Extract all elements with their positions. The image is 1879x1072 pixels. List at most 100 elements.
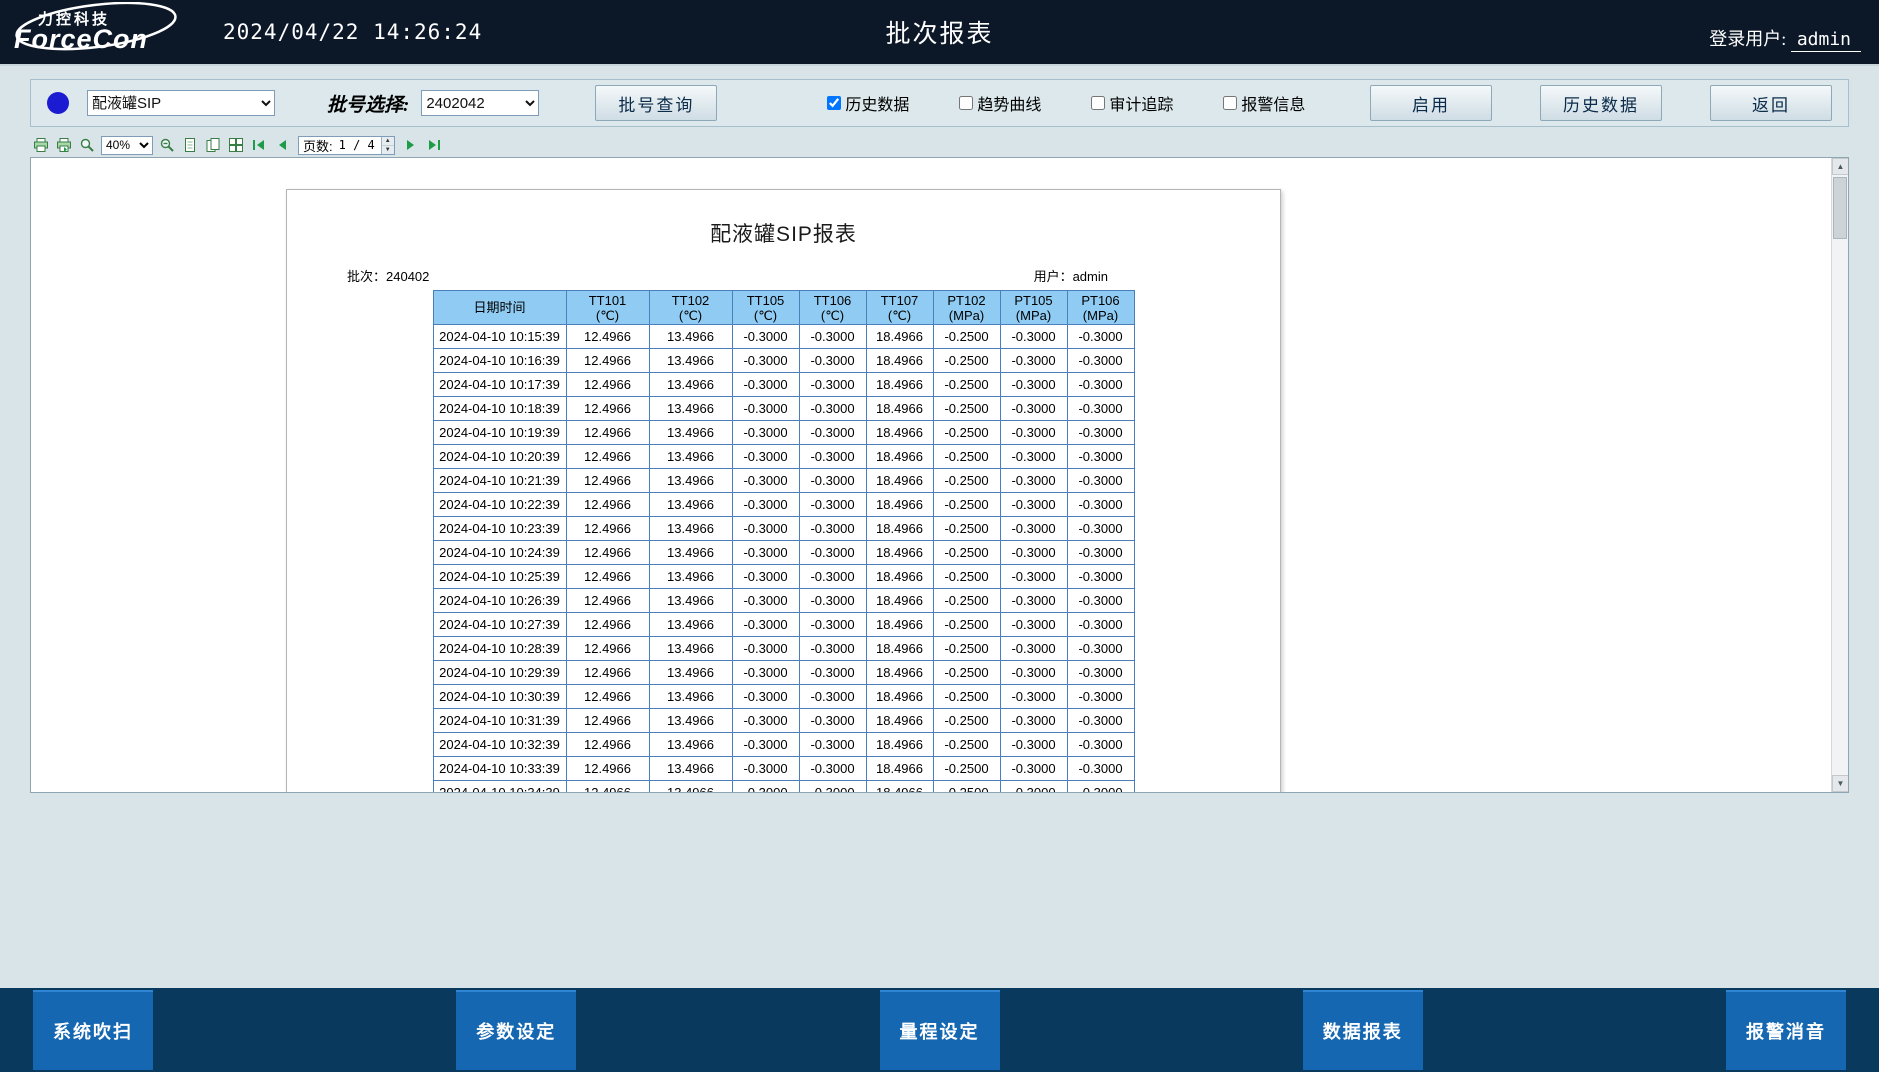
spinner-down-icon[interactable]: ▼: [382, 146, 394, 154]
value-cell: -0.3000: [1000, 541, 1067, 565]
value-cell: 18.4966: [866, 517, 933, 541]
value-cell: 18.4966: [866, 373, 933, 397]
value-cell: -0.2500: [933, 661, 1000, 685]
value-cell: 13.4966: [649, 589, 732, 613]
column-header-7: PT105(MPa): [1000, 291, 1067, 325]
value-cell: 13.4966: [649, 373, 732, 397]
table-row: 2024-04-10 10:27:3912.496613.4966-0.3000…: [433, 613, 1134, 637]
report-meta-row: 批次：240402 用户：admin: [347, 266, 1108, 285]
table-row: 2024-04-10 10:19:3912.496613.4966-0.3000…: [433, 421, 1134, 445]
value-cell: -0.3000: [1067, 421, 1134, 445]
trend-curve-checkbox[interactable]: [959, 96, 973, 110]
value-cell: 12.4966: [566, 709, 649, 733]
value-cell: -0.3000: [1067, 373, 1134, 397]
value-cell: -0.3000: [1000, 637, 1067, 661]
value-cell: -0.2500: [933, 397, 1000, 421]
value-cell: 18.4966: [866, 661, 933, 685]
checkbox-audit-trail[interactable]: 审计追踪: [1091, 91, 1173, 115]
value-cell: 18.4966: [866, 421, 933, 445]
value-cell: -0.3000: [799, 613, 866, 637]
scroll-up-icon[interactable]: ▲: [1832, 158, 1849, 175]
last-page-icon[interactable]: [425, 136, 443, 154]
page-number-value[interactable]: 1 / 4: [333, 138, 381, 152]
datetime-cell: 2024-04-10 10:32:39: [433, 733, 566, 757]
value-cell: 12.4966: [566, 397, 649, 421]
value-cell: -0.3000: [732, 781, 799, 794]
checkbox-history-data[interactable]: 历史数据: [827, 91, 909, 115]
value-cell: -0.3000: [732, 565, 799, 589]
value-cell: -0.3000: [1000, 397, 1067, 421]
table-row: 2024-04-10 10:17:3912.496613.4966-0.3000…: [433, 373, 1134, 397]
column-header-6: PT102(MPa): [933, 291, 1000, 325]
datetime-cell: 2024-04-10 10:25:39: [433, 565, 566, 589]
checkbox-trend-curve[interactable]: 趋势曲线: [959, 91, 1041, 115]
data-report-button[interactable]: 数据报表: [1303, 990, 1423, 1070]
next-page-icon[interactable]: [402, 136, 420, 154]
value-cell: 18.4966: [866, 565, 933, 589]
zoom-level-select[interactable]: 40%: [101, 136, 153, 155]
value-cell: 18.4966: [866, 445, 933, 469]
value-cell: -0.3000: [799, 349, 866, 373]
page-number-spinner[interactable]: ▲▼: [381, 137, 394, 154]
report-canvas: 配液罐SIP报表 批次：240402 用户：admin 日期时间TT101(℃)…: [30, 157, 1849, 793]
logo-main-text: ForceCon: [14, 24, 148, 55]
checkbox-alarm-info[interactable]: 报警信息: [1223, 91, 1305, 115]
history-data-checkbox[interactable]: [827, 96, 841, 110]
first-page-icon[interactable]: [250, 136, 268, 154]
table-row: 2024-04-10 10:24:3912.496613.4966-0.3000…: [433, 541, 1134, 565]
value-cell: -0.3000: [732, 493, 799, 517]
value-cell: 13.4966: [649, 325, 732, 349]
value-cell: -0.3000: [732, 421, 799, 445]
value-cell: -0.3000: [1000, 733, 1067, 757]
alarm-mute-button[interactable]: 报警消音: [1726, 990, 1846, 1070]
value-cell: -0.3000: [1067, 613, 1134, 637]
history-data-button[interactable]: 历史数据: [1540, 85, 1662, 121]
enable-button[interactable]: 启用: [1370, 85, 1492, 121]
prev-page-icon[interactable]: [273, 136, 291, 154]
audit-trail-checkbox[interactable]: [1091, 96, 1105, 110]
multi-page-icon[interactable]: [204, 136, 222, 154]
login-info: 登录用户: admin: [1709, 25, 1861, 52]
value-cell: 13.4966: [649, 781, 732, 794]
value-cell: -0.3000: [1067, 541, 1134, 565]
value-cell: -0.3000: [799, 397, 866, 421]
tank-select[interactable]: 配液罐SIP: [87, 90, 275, 116]
login-label: 登录用户:: [1709, 29, 1786, 49]
value-cell: -0.3000: [1067, 517, 1134, 541]
quick-print-icon[interactable]: [55, 136, 73, 154]
value-cell: -0.3000: [799, 637, 866, 661]
column-header-1: TT101(℃): [566, 291, 649, 325]
parameter-setting-button[interactable]: 参数设定: [456, 990, 576, 1070]
alarm-info-checkbox[interactable]: [1223, 96, 1237, 110]
value-cell: -0.3000: [1000, 349, 1067, 373]
range-setting-button[interactable]: 量程设定: [880, 990, 1000, 1070]
column-header-4: TT106(℃): [799, 291, 866, 325]
value-cell: -0.2500: [933, 373, 1000, 397]
value-cell: 18.4966: [866, 781, 933, 794]
system-purge-button[interactable]: 系统吹扫: [33, 990, 153, 1070]
single-page-icon[interactable]: [181, 136, 199, 154]
zoom-out-icon[interactable]: [158, 136, 176, 154]
page-title: 批次报表: [885, 14, 993, 50]
report-toolbar: 配液罐SIP 批号选择: 2402042 批号查询 历史数据 趋势曲线 审计追踪…: [30, 79, 1849, 127]
footer-spacer: [0, 793, 1879, 988]
batch-query-button[interactable]: 批号查询: [595, 85, 717, 121]
report-user-info: 用户：admin: [1034, 266, 1108, 285]
scroll-down-icon[interactable]: ▼: [1832, 775, 1849, 792]
value-cell: 13.4966: [649, 349, 732, 373]
page-grid-icon[interactable]: [227, 136, 245, 154]
spinner-up-icon[interactable]: ▲: [382, 137, 394, 146]
value-cell: 13.4966: [649, 757, 732, 781]
value-cell: 18.4966: [866, 757, 933, 781]
value-cell: -0.3000: [732, 637, 799, 661]
zoom-dialog-icon[interactable]: [78, 136, 96, 154]
value-cell: -0.3000: [1067, 397, 1134, 421]
scrollbar-thumb[interactable]: [1833, 177, 1847, 239]
datetime-cell: 2024-04-10 10:17:39: [433, 373, 566, 397]
batch-number-select[interactable]: 2402042: [421, 90, 539, 116]
print-icon[interactable]: [32, 136, 50, 154]
return-button[interactable]: 返回: [1710, 85, 1832, 121]
datetime-cell: 2024-04-10 10:30:39: [433, 685, 566, 709]
value-cell: -0.3000: [799, 661, 866, 685]
vertical-scrollbar[interactable]: ▲ ▼: [1831, 158, 1848, 792]
